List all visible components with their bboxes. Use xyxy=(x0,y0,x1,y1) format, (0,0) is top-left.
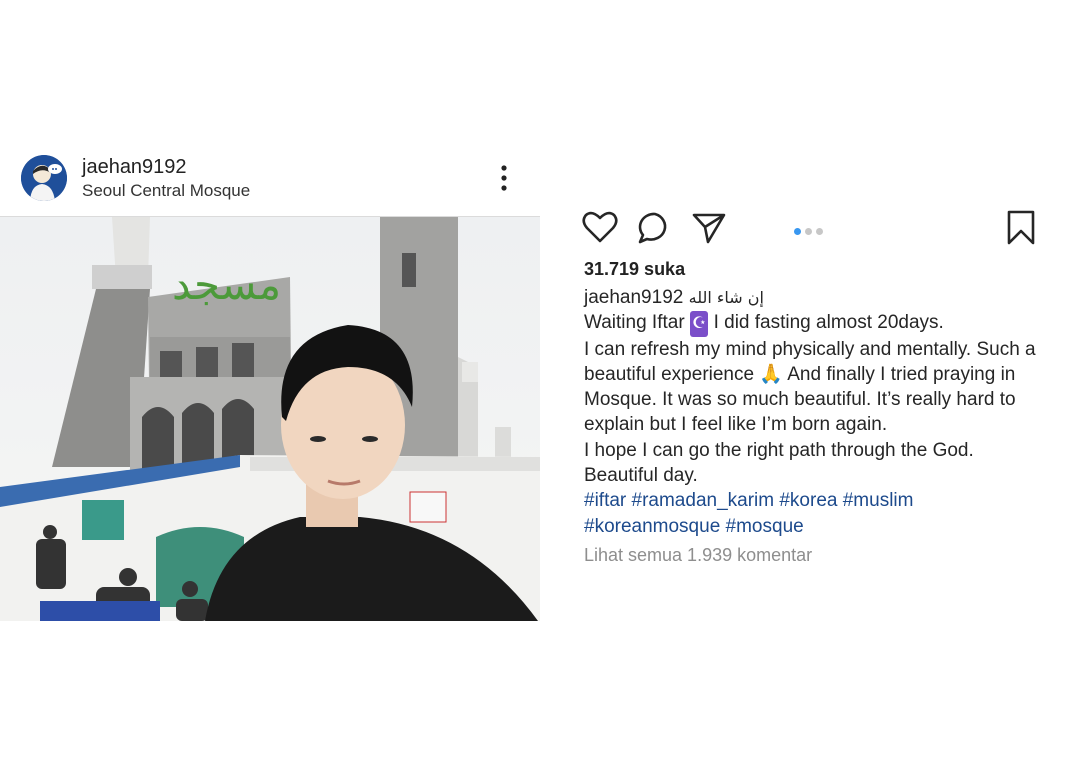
mosque-selfie-photo: مسجد xyxy=(0,217,540,621)
likes-count[interactable]: 31.719 suka xyxy=(584,259,685,280)
mosque-sign-text: مسجد xyxy=(172,260,281,309)
avatar-illustration xyxy=(21,155,67,201)
caption-text: Beautiful day. xyxy=(584,465,698,487)
view-all-comments-link[interactable]: Lihat semua 1.939 komentar xyxy=(584,545,812,566)
caption-text: I did fasting almost 20days. xyxy=(708,312,944,334)
comment-icon[interactable] xyxy=(638,211,672,250)
caption-username[interactable]: jaehan9192 xyxy=(584,287,683,308)
carousel-dot-active xyxy=(794,228,801,235)
more-options-icon[interactable] xyxy=(492,162,516,194)
action-bar xyxy=(580,205,1050,249)
post-username[interactable]: jaehan9192 xyxy=(82,156,187,179)
caption-text: Waiting Iftar xyxy=(584,312,690,334)
carousel-dot xyxy=(816,228,823,235)
caption-hashtags[interactable]: #iftar #ramadan_karim #korea #muslim #ko… xyxy=(584,488,1054,539)
post-header: jaehan9192 Seoul Central Mosque xyxy=(0,148,540,216)
carousel-dot xyxy=(805,228,812,235)
avatar[interactable] xyxy=(21,155,67,201)
caption-text: I hope I can go the right path through t… xyxy=(584,439,974,461)
star-crescent-emoji: ☪ xyxy=(689,311,709,337)
like-heart-icon[interactable] xyxy=(582,210,618,249)
share-send-icon[interactable] xyxy=(692,211,726,250)
save-bookmark-icon[interactable] xyxy=(1006,210,1036,251)
caption-arabic-text: إن شاء الله xyxy=(688,288,764,307)
post-image[interactable]: مسجد xyxy=(0,217,540,621)
post-location[interactable]: Seoul Central Mosque xyxy=(82,181,250,201)
praying-hands-emoji: 🙏 xyxy=(759,362,784,385)
post-caption: jaehan9192 إن شاء الله Waiting Iftar ☪ I… xyxy=(584,285,1054,539)
carousel-indicator xyxy=(794,222,827,240)
